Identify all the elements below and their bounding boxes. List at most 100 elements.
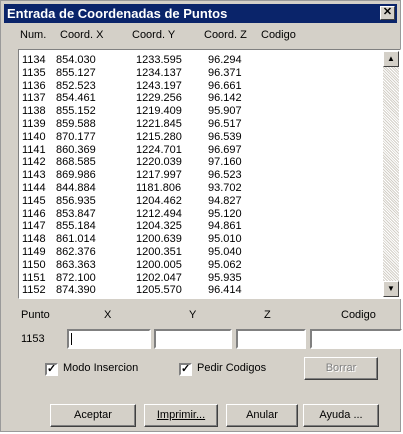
header-coord-z: Coord. Z <box>204 29 247 41</box>
coord-y-cell: 1243.197 <box>136 79 182 92</box>
coord-y-cell: 1181.806 <box>136 182 182 194</box>
coord-x-cell: 855.184 <box>56 220 96 233</box>
header-coord-x: Coord. X <box>60 29 104 41</box>
title-bar: Entrada de Coordenadas de Puntos ✕ <box>4 4 397 23</box>
coordinate-entry-dialog: Entrada de Coordenadas de Puntos ✕ Num. … <box>0 0 402 432</box>
point-num-cell: 1143 <box>22 169 46 182</box>
label-codigo: Codigo <box>341 309 376 321</box>
window-title: Entrada de Coordenadas de Puntos <box>7 6 228 21</box>
header-coord-y: Coord. Y <box>132 29 176 41</box>
coord-z-cell: 95.935 <box>208 271 242 284</box>
coord-y-cell: 1224.701 <box>136 143 182 156</box>
coord-y-cell: 1234.137 <box>136 66 182 79</box>
coord-y-cell: 1215.280 <box>136 130 182 143</box>
coord-y-cell: 1200.005 <box>136 258 182 271</box>
coord-x-cell: 844.884 <box>56 182 96 194</box>
coord-z-cell: 97.160 <box>208 156 242 169</box>
coord-y-cell: 1212.494 <box>136 207 182 220</box>
coord-y-cell: 1220.039 <box>136 156 182 169</box>
imprimir-button[interactable]: Imprimir... <box>144 404 218 427</box>
borrar-button[interactable]: Borrar <box>304 357 378 380</box>
coord-x-cell: 861.014 <box>56 233 96 246</box>
coord-z-cell: 94.827 <box>208 194 242 207</box>
z-coordinate-input[interactable] <box>236 329 306 349</box>
coord-z-cell: 96.517 <box>208 118 242 130</box>
coord-z-cell: 96.523 <box>208 169 242 182</box>
coord-z-cell: 93.702 <box>208 182 242 194</box>
coord-x-cell: 862.376 <box>56 246 96 258</box>
coord-x-cell: 869.986 <box>56 169 96 182</box>
label-punto: Punto <box>21 309 50 321</box>
pedir-codigos-checkbox[interactable]: ✓ <box>179 363 192 376</box>
point-num-cell: 1145 <box>22 194 46 207</box>
points-list[interactable]: ▲ ▼ 1134 854.030 1233.595 96.294 1135 855.127… <box>18 49 401 299</box>
coord-z-cell: 96.661 <box>208 79 242 92</box>
point-num-cell: 1135 <box>22 66 46 79</box>
vertical-scrollbar[interactable]: ▲ ▼ <box>383 51 399 297</box>
modo-insercion-label: Modo Insercion <box>63 362 139 374</box>
point-num-cell: 1137 <box>22 92 46 105</box>
coord-z-cell: 95.907 <box>208 105 242 118</box>
coord-x-cell: 870.177 <box>56 130 96 143</box>
coord-y-cell: 1200.639 <box>136 233 182 246</box>
point-num-cell: 1148 <box>22 233 46 246</box>
coord-x-cell: 854.461 <box>56 92 96 105</box>
coord-x-cell: 874.390 <box>56 284 96 297</box>
coord-y-cell: 1229.256 <box>136 92 182 105</box>
coord-y-cell: 1204.325 <box>136 220 182 233</box>
close-icon[interactable]: ✕ <box>380 6 395 20</box>
point-num-cell: 1140 <box>22 130 46 143</box>
aceptar-button[interactable]: Aceptar <box>50 404 136 427</box>
coord-y-cell: 1204.462 <box>136 194 182 207</box>
coord-x-cell: 855.152 <box>56 105 96 118</box>
header-codigo: Codigo <box>261 29 296 41</box>
coord-z-cell: 96.294 <box>208 54 242 66</box>
coord-x-cell: 856.935 <box>56 194 96 207</box>
point-num-cell: 1147 <box>22 220 46 233</box>
point-num-cell: 1146 <box>22 207 46 220</box>
coord-x-cell: 863.363 <box>56 258 96 271</box>
label-x: X <box>104 309 112 321</box>
point-num-cell: 1142 <box>22 156 46 169</box>
coord-x-cell: 859.588 <box>56 118 96 130</box>
coord-x-cell: 868.585 <box>56 156 96 169</box>
modo-insercion-checkbox[interactable]: ✓ <box>45 363 58 376</box>
scroll-down-icon[interactable]: ▼ <box>383 281 399 297</box>
scroll-up-icon[interactable]: ▲ <box>383 51 399 67</box>
coord-z-cell: 96.371 <box>208 66 242 79</box>
coord-z-cell: 95.040 <box>208 246 242 258</box>
coord-z-cell: 94.861 <box>208 220 242 233</box>
codigo-input[interactable] <box>310 329 402 349</box>
label-z: Z <box>264 309 271 321</box>
y-coordinate-input[interactable] <box>154 329 232 349</box>
coord-y-cell: 1219.409 <box>136 105 182 118</box>
point-num-cell: 1150 <box>22 258 46 271</box>
coord-y-cell: 1221.845 <box>136 118 182 130</box>
coord-x-cell: 872.100 <box>56 271 96 284</box>
point-num-cell: 1138 <box>22 105 46 118</box>
coord-x-cell: 854.030 <box>56 54 96 66</box>
anular-button[interactable]: Anular <box>226 404 298 427</box>
ayuda-button[interactable]: Ayuda ... <box>303 404 379 427</box>
coord-z-cell: 95.062 <box>208 258 242 271</box>
coord-x-cell: 855.127 <box>56 66 96 79</box>
point-num-cell: 1144 <box>22 182 46 194</box>
pedir-codigos-label: Pedir Codigos <box>197 362 267 374</box>
coord-z-cell: 96.414 <box>208 284 242 297</box>
coord-z-cell: 96.142 <box>208 92 242 105</box>
coord-y-cell: 1200.351 <box>136 246 182 258</box>
label-y: Y <box>189 309 197 321</box>
coord-y-cell: 1205.570 <box>136 284 182 297</box>
coord-x-cell: 853.847 <box>56 207 96 220</box>
text-cursor <box>71 333 72 345</box>
point-num-cell: 1139 <box>22 118 46 130</box>
coord-z-cell: 95.010 <box>208 233 242 246</box>
coord-x-cell: 860.369 <box>56 143 96 156</box>
point-num-cell: 1136 <box>22 79 46 92</box>
point-num-cell: 1151 <box>22 271 46 284</box>
point-num-cell: 1149 <box>22 246 46 258</box>
x-coordinate-input[interactable] <box>67 329 151 349</box>
coord-z-cell: 96.539 <box>208 130 242 143</box>
point-num-cell: 1152 <box>22 284 46 297</box>
coord-y-cell: 1233.595 <box>136 54 182 66</box>
